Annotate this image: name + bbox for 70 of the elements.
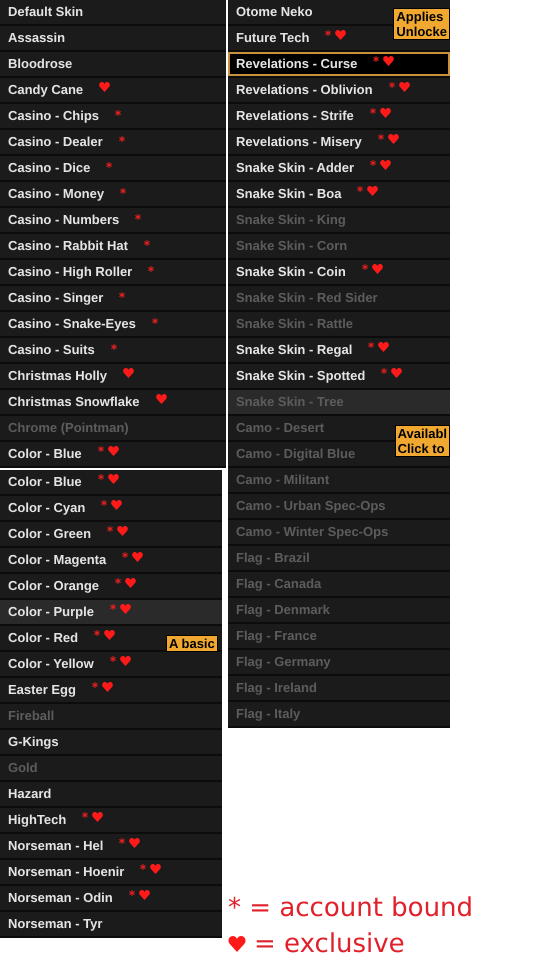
skin-name: Flag - Ireland xyxy=(236,679,317,698)
skin-name: Color - Red xyxy=(8,629,78,648)
skin-name: Flag - Brazil xyxy=(236,549,310,568)
tooltip-text: Click to xyxy=(398,441,446,456)
skin-name: Color - Green xyxy=(8,525,92,544)
skin-name: Snake Skin - Corn xyxy=(236,237,348,256)
skin-name: Assassin xyxy=(8,29,66,48)
skin-name: Casino - Rabbit Hat xyxy=(8,237,128,256)
skin-name: Casino - Suits xyxy=(8,341,95,360)
tooltip-text: A basic xyxy=(169,636,215,651)
skin-name: Casino - Dice xyxy=(8,159,90,178)
skin-name: Chrome (Pointman) xyxy=(8,419,129,438)
legend-text: = exclusive xyxy=(254,928,405,961)
skin-name: Color - Orange xyxy=(8,577,100,596)
skin-name: Flag - Italy xyxy=(236,705,300,724)
tooltip-text: Availabl xyxy=(398,426,447,441)
skin-name: Default Skin xyxy=(8,3,84,22)
skin-name: Snake Skin - Adder xyxy=(236,159,354,178)
skin-name: Easter Egg xyxy=(8,681,76,700)
skin-name: Color - Magenta xyxy=(8,551,106,570)
skin-name: Snake Skin - Rattle xyxy=(236,315,354,334)
skin-name: Revelations - Misery xyxy=(236,133,362,152)
skin-name: Camo - Militant xyxy=(236,471,330,490)
skin-name: Norseman - Hel xyxy=(8,837,104,856)
skin-name: Snake Skin - Spotted xyxy=(236,367,366,386)
skin-name: Casino - Money xyxy=(8,185,104,204)
skin-name: Flag - Denmark xyxy=(236,601,330,620)
skin-name: Fireball xyxy=(8,707,54,726)
tooltip-text: Applies xyxy=(396,9,444,24)
skin-name: Camo - Desert xyxy=(236,419,324,438)
tooltip-text: Unlocke xyxy=(396,24,447,39)
skin-name: Candy Cane xyxy=(8,81,84,100)
skin-name: Color - Purple xyxy=(8,603,94,622)
skin-name: Snake Skin - Regal xyxy=(236,341,352,360)
skin-name: Hazard xyxy=(8,785,52,804)
skin-name: Color - Blue xyxy=(8,473,82,492)
skin-name: Norseman - Odin xyxy=(8,889,113,908)
skin-name: Christmas Snowflake xyxy=(8,393,140,412)
skin-name: Snake Skin - Red Sider xyxy=(236,289,378,308)
skin-name: Casino - Chips xyxy=(8,107,100,126)
skin-name: Casino - High Roller xyxy=(8,263,132,282)
skin-name: Snake Skin - Boa xyxy=(236,185,342,204)
skin-name: Norseman - Tyr xyxy=(8,915,102,934)
skin-name: Snake Skin - Coin xyxy=(236,263,346,282)
skin-name: Norseman - Hoenir xyxy=(8,863,124,882)
skin-name: Gold xyxy=(8,759,38,778)
skin-name: Casino - Singer xyxy=(8,289,104,308)
skin-name: Flag - France xyxy=(236,627,317,646)
skin-name: Otome Neko xyxy=(236,3,313,22)
skin-name: Color - Blue xyxy=(8,445,82,464)
skin-name: Casino - Dealer xyxy=(8,133,103,152)
skin-name: Camo - Urban Spec-Ops xyxy=(236,497,386,516)
skin-name: Revelations - Strife xyxy=(236,107,354,126)
skin-name: Casino - Snake-Eyes xyxy=(8,315,136,334)
skin-name: Flag - Canada xyxy=(236,575,322,594)
skin-name: Casino - Numbers xyxy=(8,211,120,230)
skin-name: Color - Cyan xyxy=(8,499,86,518)
skin-name: Christmas Holly xyxy=(8,367,107,386)
skin-name: Bloodrose xyxy=(8,55,72,74)
skin-name: Revelations - Curse xyxy=(236,55,358,74)
skin-name: Camo - Winter Spec-Ops xyxy=(236,523,388,542)
skin-name: Future Tech xyxy=(236,29,310,48)
skin-name: Color - Yellow xyxy=(8,655,94,674)
skin-name: Revelations - Oblivion xyxy=(236,81,373,100)
skin-name: HighTech xyxy=(8,811,66,830)
skin-name: Camo - Digital Blue xyxy=(236,445,356,464)
skin-name: Flag - Germany xyxy=(236,653,331,672)
skin-name: Snake Skin - King xyxy=(236,211,346,230)
skin-name: G-Kings xyxy=(8,733,59,752)
legend-text: * = account bound xyxy=(228,892,474,925)
